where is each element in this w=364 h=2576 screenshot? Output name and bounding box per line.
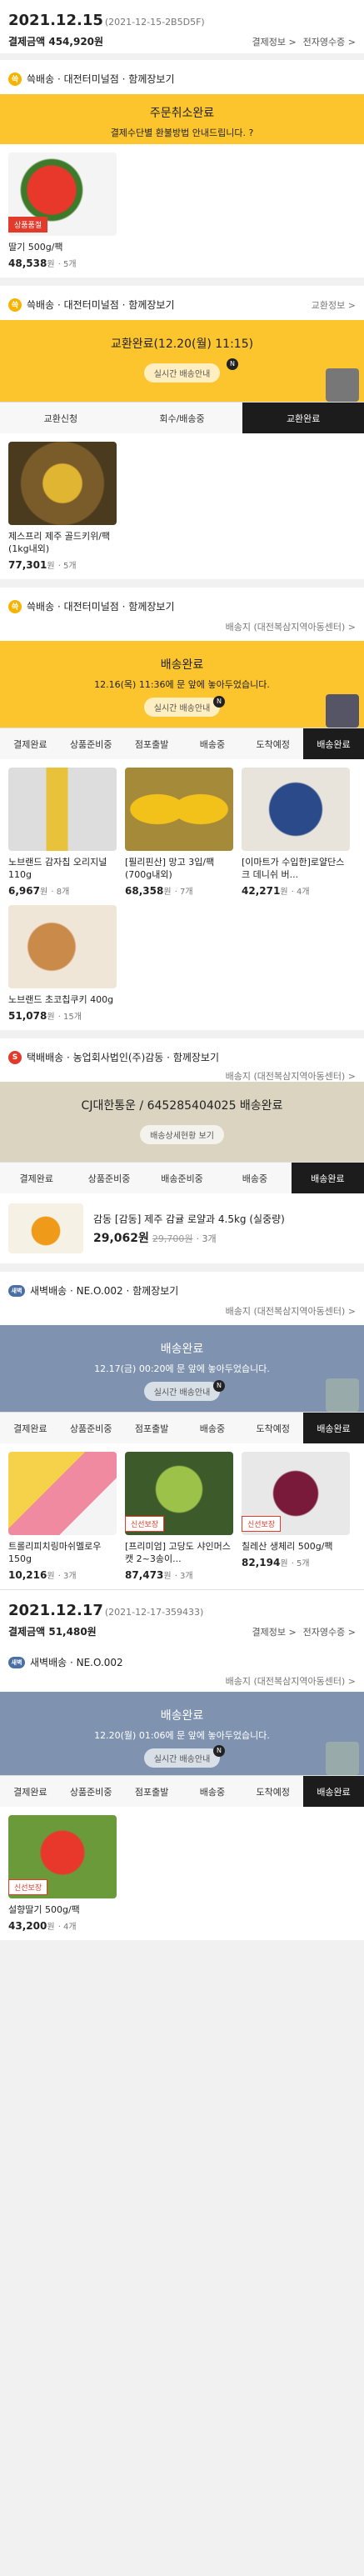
delivery-address-link[interactable]: 배송지 (대전복삼지역아동센터) > xyxy=(226,1674,356,1688)
sold-out-badge: 상품품절 xyxy=(8,217,48,233)
shipment-header: 새벽 새벽배송 · NE.O.002 배송지 (대전복삼지역아동센터) > xyxy=(0,1643,364,1692)
parcel-delivery-icon: S xyxy=(8,1050,22,1064)
payment-info-link[interactable]: 결제정보 > xyxy=(252,1627,296,1638)
product-image-chips xyxy=(8,768,117,851)
status-banner: 배송완료 12.17(금) 00:20에 문 앞에 놓아두었습니다. 실시간 배… xyxy=(0,1325,364,1412)
product-list: 노브랜드 감자칩 오리지널 110g 6,967원 · 8개 [필리핀산] 망고… xyxy=(0,759,364,1030)
live-tracking-button[interactable]: 실시간 배송안내 xyxy=(143,1748,221,1768)
receipt-link[interactable]: 전자영수증 > xyxy=(303,37,356,48)
product-image-cookie-tin xyxy=(242,768,350,851)
product-item[interactable]: [필리핀산] 망고 3입/팩(700g내외) 68,358원 · 7개 xyxy=(125,768,233,897)
product-image-mango xyxy=(125,768,233,851)
product-image-marshmallow xyxy=(8,1452,117,1535)
status-steps: 결제완료 상품준비중 배송준비중 배송중 배송완료 xyxy=(0,1162,364,1193)
order-date: 2021.12.17 (2021-12-17-359433) xyxy=(8,1602,204,1619)
live-tracking-button[interactable]: 실시간 배송안내 xyxy=(143,363,221,383)
ssg-delivery-icon: 쓱 xyxy=(8,72,22,86)
delivery-address-link[interactable]: 배송지 (대전복삼지역아동센터) > xyxy=(226,1304,356,1318)
product-list: 트롤리피치링마쉬멜로우150g 10,216원 · 3개 신선보장 [프리미엄]… xyxy=(0,1443,364,1589)
new-badge: N xyxy=(213,1745,225,1757)
exchange-info-link[interactable]: 교환정보 > xyxy=(312,298,356,312)
new-badge: N xyxy=(213,1380,225,1392)
shipment-header: 쓱 쓱배송 · 대전터미널점 · 함께장보기 xyxy=(0,60,364,94)
delivery-photo[interactable] xyxy=(326,368,359,402)
product-item[interactable]: 제스프리 제주 골드키위/팩 (1kg내외) 77,301원 · 5개 xyxy=(8,442,117,571)
ssg-delivery-icon: 쓱 xyxy=(8,599,22,613)
product-item[interactable]: 신선보장 설향딸기 500g/팩 43,200원 · 4개 xyxy=(8,1815,117,1932)
product-image-strawberry: 상품품절 xyxy=(8,153,117,236)
product-item[interactable]: 상품품절 딸기 500g/팩 48,538원 · 5개 xyxy=(8,153,117,269)
delivery-photo[interactable] xyxy=(326,1742,359,1775)
product-item[interactable]: 신선보장 칠레산 생체리 500g/팩 82,194원 · 5개 xyxy=(242,1452,350,1581)
product-item[interactable]: [이마트가 수입한]로얄단스크 데니쉬 버... 42,271원 · 4개 xyxy=(242,768,350,897)
product-item[interactable]: 신선보장 [프리미엄] 고당도 샤인머스캣 2~3송이... 87,473원 ·… xyxy=(125,1452,233,1581)
product-image-tangerine xyxy=(8,1203,83,1253)
new-badge: N xyxy=(213,696,225,708)
product-image-cherry: 신선보장 xyxy=(242,1452,350,1535)
status-steps: 결제완료 상품준비중 점포출발 배송중 도착예정 배송완료 xyxy=(0,1412,364,1443)
freshness-badge: 신선보장 xyxy=(125,1516,165,1532)
product-item[interactable]: 노브랜드 초코칩쿠키 400g 51,078원 · 15개 xyxy=(8,905,117,1022)
order-total: 결제금액 454,920원 xyxy=(8,36,104,48)
status-banner: CJ대한통운 / 645285404025 배송완료 배송상세현황 보기 xyxy=(0,1082,364,1162)
receipt-link[interactable]: 전자영수증 > xyxy=(303,1627,356,1638)
order-date: 2021.12.15 (2021-12-15-2B5D5F) xyxy=(8,12,205,29)
shipment-header: 쓱 쓱배송 · 대전터미널점 · 함께장보기 배송지 (대전복삼지역아동센터) > xyxy=(0,588,364,641)
freshness-badge: 신선보장 xyxy=(242,1516,282,1532)
shipment-header: 쓱 쓱배송 · 대전터미널점 · 함께장보기 교환정보 > xyxy=(0,286,364,320)
live-tracking-button[interactable]: 실시간 배송안내 xyxy=(143,698,221,717)
delivery-photo[interactable] xyxy=(326,694,359,728)
delivery-photo[interactable] xyxy=(326,1378,359,1412)
status-steps: 교환신청 회수/배송중 교환완료 xyxy=(0,402,364,433)
product-list: 상품품절 딸기 500g/팩 48,538원 · 5개 xyxy=(0,144,364,278)
product-list: 제스프리 제주 골드키위/팩 (1kg내외) 77,301원 · 5개 xyxy=(0,433,364,579)
status-banner: 배송완료 12.16(목) 11:36에 문 앞에 놓아두었습니다. 실시간 배… xyxy=(0,641,364,728)
status-banner: 주문취소완료 결제수단별 환불방법 안내드립니다. ? xyxy=(0,94,364,144)
status-steps: 결제완료 상품준비중 점포출발 배송중 도착예정 배송완료 xyxy=(0,728,364,759)
shipment-header: S 택배배송 · 농업회사법인(주)감동 · 함께장보기 배송지 (대전복삼지역아… xyxy=(0,1038,364,1082)
status-banner: 교환완료(12.20(월) 11:15) 실시간 배송안내 N xyxy=(0,320,364,402)
status-banner: 배송완료 12.20(월) 01:06에 문 앞에 놓아두었습니다. 실시간 배… xyxy=(0,1692,364,1775)
shipment-header: 새벽 새벽배송 · NE.O.002 · 함께장보기 배송지 (대전복삼지역아동센… xyxy=(0,1272,364,1325)
order-history-page: { "orders": [ { "date": "2021.12.15", "c… xyxy=(0,0,364,1940)
new-badge: N xyxy=(227,358,238,370)
tracking-detail-button[interactable]: 배송상세현황 보기 xyxy=(140,1125,224,1144)
payment-info-link[interactable]: 결제정보 > xyxy=(252,37,296,48)
order-header: 2021.12.15 (2021-12-15-2B5D5F) 결제금액 454,9… xyxy=(0,0,364,53)
product-image-grapes: 신선보장 xyxy=(125,1452,233,1535)
product-item[interactable]: 감동 [감동] 제주 감귤 로얄과 4.5kg (실중량) 29,062원 29,… xyxy=(0,1193,364,1263)
live-tracking-button[interactable]: 실시간 배송안내 xyxy=(143,1382,221,1401)
dawn-delivery-icon: 새벽 xyxy=(8,1656,25,1668)
product-list: 신선보장 설향딸기 500g/팩 43,200원 · 4개 xyxy=(0,1807,364,1940)
order-total: 결제금액 51,480원 xyxy=(8,1626,97,1638)
delivery-address-link[interactable]: 배송지 (대전복삼지역아동센터) > xyxy=(226,620,356,633)
status-steps: 결제완료 상품준비중 점포출발 배송중 도착예정 배송완료 xyxy=(0,1775,364,1807)
product-image-chocochip-cookie xyxy=(8,905,117,988)
product-item[interactable]: 트롤리피치링마쉬멜로우150g 10,216원 · 3개 xyxy=(8,1452,117,1581)
product-image-strawberry: 신선보장 xyxy=(8,1815,117,1898)
freshness-badge: 신선보장 xyxy=(8,1879,48,1895)
dawn-delivery-icon: 새벽 xyxy=(8,1284,25,1297)
product-item[interactable]: 노브랜드 감자칩 오리지널 110g 6,967원 · 8개 xyxy=(8,768,117,897)
order-header: 2021.12.17 (2021-12-17-359433) 결제금액 51,48… xyxy=(0,1589,364,1643)
ssg-delivery-icon: 쓱 xyxy=(8,298,22,312)
delivery-address-link[interactable]: 배송지 (대전복삼지역아동센터) > xyxy=(226,1069,356,1083)
product-image-kiwi xyxy=(8,442,117,525)
